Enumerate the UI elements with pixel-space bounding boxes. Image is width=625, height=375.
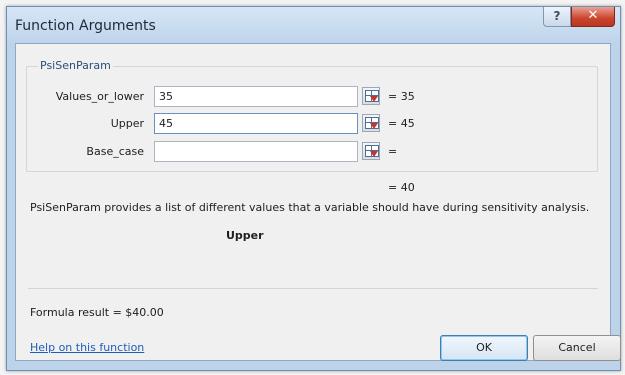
close-button[interactable]: ✕ (571, 7, 615, 27)
function-name: PsiSenParam (38, 59, 113, 72)
help-on-function-link[interactable]: Help on this function (30, 341, 144, 354)
formula-result: Formula result = $40.00 (30, 306, 164, 319)
function-result-preview: = 40 (388, 181, 415, 194)
close-icon: ✕ (587, 8, 599, 23)
arg-label-base-case: Base_case (86, 145, 144, 158)
function-description: PsiSenParam provides a list of different… (30, 201, 590, 214)
arg-label-upper: Upper (110, 117, 144, 130)
help-button[interactable]: ? (543, 7, 571, 27)
divider (28, 288, 598, 289)
cancel-button[interactable]: Cancel (533, 335, 621, 361)
values-or-lower-range-button[interactable] (362, 87, 380, 105)
base-case-range-button[interactable] (362, 142, 380, 160)
arg-label-values-or-lower: Values_or_lower (55, 90, 144, 103)
current-argument-name: Upper (226, 229, 264, 242)
values-or-lower-input[interactable] (154, 86, 358, 107)
help-icon: ? (553, 9, 561, 23)
function-arguments-dialog: Function Arguments ? ✕ PsiSenParam Value… (6, 6, 621, 371)
title-bar[interactable]: Function Arguments ? ✕ (7, 7, 620, 43)
base-case-input[interactable] (154, 141, 358, 162)
dialog-body: PsiSenParam Values_or_lower = 35 Upper =… (15, 43, 621, 361)
upper-evaluated: = 45 (388, 117, 415, 130)
upper-input[interactable] (154, 113, 358, 134)
ok-button[interactable]: OK (440, 335, 528, 361)
values-or-lower-evaluated: = 35 (388, 90, 415, 103)
dialog-title: Function Arguments (15, 18, 156, 34)
upper-range-button[interactable] (362, 114, 380, 132)
base-case-evaluated: = (388, 145, 398, 158)
